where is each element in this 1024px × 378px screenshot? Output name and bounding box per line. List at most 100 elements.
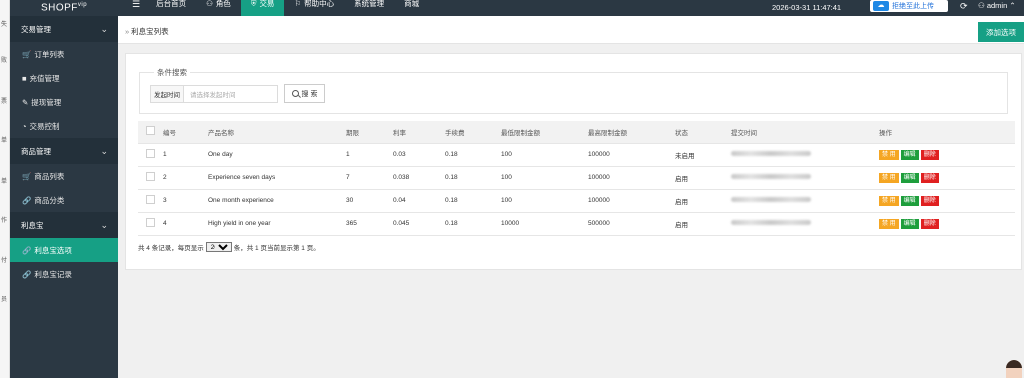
col-fee: 手续费 [445, 121, 501, 144]
link-icon: 🔗 [22, 245, 32, 255]
chevron-down-icon: ⌄ [100, 23, 108, 34]
edit-button[interactable]: 编辑 [900, 218, 919, 229]
strip-text: 作 [1, 218, 8, 224]
cell-term: 1 [346, 143, 393, 167]
interest-table: 编号 产品名称 期限 利率 手续费 最低限制金额 最高限制金额 状态 提交时间 … [138, 121, 1015, 236]
chevron-up-icon: ⌃ [1009, 1, 1016, 10]
cell-name: High yield in one year [208, 212, 346, 236]
row-checkbox[interactable] [146, 195, 155, 204]
top-nav: ☰ 后台首页 ⚇ 角色 ⛨ 交易 ⚐ 帮助中心 系统管理 商城 [126, 0, 429, 16]
cloud-icon: ☁ [873, 1, 889, 11]
add-option-button[interactable]: 添加选项 [978, 22, 1024, 42]
sidebar-group-interest[interactable]: 利息宝 ⌄ [10, 212, 118, 238]
date-label: 发起时间 [150, 85, 184, 103]
assistant-avatar[interactable] [1006, 360, 1022, 378]
cell-name: Experience seven days [208, 166, 346, 190]
date-input[interactable]: 请选择发起时间 [184, 85, 278, 103]
nav-system[interactable]: 系统管理 [344, 0, 394, 16]
menu-toggle-icon[interactable]: ☰ [126, 0, 146, 16]
cell-fee: 0.18 [445, 166, 501, 190]
sidebar-item-product-list[interactable]: 🛒 商品列表 [10, 164, 118, 188]
chevron-down-icon: ⌄ [100, 145, 108, 156]
sidebar-item-interest-records[interactable]: 🔗 利息宝记录 [10, 262, 118, 286]
edit-button[interactable]: 编辑 [900, 149, 919, 160]
nav-role[interactable]: ⚇ 角色 [196, 0, 241, 16]
strip-text: 票 [1, 99, 8, 105]
blurred-time [731, 151, 811, 156]
nav-mall[interactable]: 商城 [394, 0, 429, 16]
sidebar-group-products[interactable]: 商品管理 ⌄ [10, 138, 118, 164]
cell-rate: 0.03 [393, 143, 445, 167]
refresh-icon[interactable]: ⟳ [960, 1, 968, 12]
sidebar-item-product-category[interactable]: 🔗 商品分类 [10, 188, 118, 212]
chevron-down-icon: ⌄ [100, 219, 108, 230]
delete-button[interactable]: 删除 [920, 149, 939, 160]
table-row: 3 One month experience 30 0.04 0.18 100 … [138, 189, 1015, 213]
brand-logo[interactable]: SHOPFvip [10, 0, 118, 16]
select-all-checkbox[interactable] [146, 126, 155, 136]
cell-min: 10000 [501, 212, 588, 236]
sidebar-item-orders[interactable]: 🛒 订单列表 [10, 42, 118, 66]
search-button[interactable]: 搜 索 [284, 84, 325, 103]
strip-text: 败 [1, 58, 8, 64]
delete-button[interactable]: 删除 [920, 195, 939, 206]
search-legend: 条件搜索 [154, 67, 190, 78]
col-name: 产品名称 [208, 121, 346, 144]
blurred-time [731, 197, 811, 202]
cell-status: 启用 [675, 166, 731, 190]
upload-badge[interactable]: ☁ 拒绝至此上传 [870, 0, 948, 12]
double-chevron-icon: » [125, 27, 130, 36]
top-navbar: SHOPFvip ☰ 后台首页 ⚇ 角色 ⛨ 交易 ⚐ 帮助中心 系统管理 商城 20… [10, 0, 1024, 16]
col-term: 期限 [346, 121, 393, 144]
table-header-row: 编号 产品名称 期限 利率 手续费 最低限制金额 最高限制金额 状态 提交时间 … [138, 121, 1015, 144]
cart-icon: 🛒 [22, 171, 32, 181]
col-time: 提交时间 [731, 121, 879, 144]
sidebar-item-interest-options[interactable]: 🔗 利息宝选项 [10, 238, 118, 262]
toggle-button[interactable]: 禁 用 [879, 149, 899, 160]
cell-fee: 0.18 [445, 212, 501, 236]
user-menu[interactable]: ⚇ admin ⌃ [978, 1, 1016, 10]
blurred-time [731, 220, 811, 225]
cell-min: 100 [501, 143, 588, 167]
cell-id: 1 [163, 143, 208, 167]
search-fieldset: 条件搜索 发起时间 请选择发起时间 搜 索 [139, 67, 1008, 114]
user-icon: ⚇ [978, 1, 987, 10]
table-row: 1 One day 1 0.03 0.18 100 100000 未启用 禁 用… [138, 143, 1015, 167]
delete-button[interactable]: 删除 [920, 172, 939, 183]
cell-rate: 0.038 [393, 166, 445, 190]
toggle-button[interactable]: 禁 用 [879, 195, 899, 206]
edit-button[interactable]: 编辑 [900, 195, 919, 206]
strip-text: 失 [1, 22, 8, 28]
page-size-select[interactable]: 20 [205, 242, 232, 252]
sidebar-group-trade[interactable]: 交易管理 ⌄ [10, 16, 118, 42]
nav-trade[interactable]: ⛨ 交易 [240, 0, 285, 16]
cell-status: 启用 [675, 212, 731, 236]
sidebar-item-withdraw[interactable]: ✎ 提现管理 [10, 90, 118, 114]
col-min: 最低限制金额 [501, 121, 588, 144]
cart-icon: 🛒 [22, 49, 32, 59]
delete-button[interactable]: 删除 [920, 218, 939, 229]
row-checkbox[interactable] [146, 149, 155, 158]
toggle-button[interactable]: 禁 用 [879, 218, 899, 229]
row-checkbox[interactable] [146, 172, 155, 181]
gauge-icon: ◔ [22, 121, 27, 131]
wrench-icon: ✎ [22, 97, 29, 107]
cell-rate: 0.04 [393, 189, 445, 213]
cell-fee: 0.18 [445, 143, 501, 167]
page-header: » 利息宝列表 添加选项 [118, 16, 1024, 44]
nav-home[interactable]: 后台首页 [146, 0, 196, 16]
cell-term: 365 [346, 212, 393, 236]
sidebar-item-recharge[interactable]: ■ 充值管理 [10, 66, 118, 90]
col-actions: 操作 [879, 121, 1015, 144]
table-row: 2 Experience seven days 7 0.038 0.18 100… [138, 166, 1015, 190]
cell-status: 启用 [675, 189, 731, 213]
row-checkbox[interactable] [146, 218, 155, 227]
cell-max: 500000 [588, 212, 675, 236]
edit-button[interactable]: 编辑 [900, 172, 919, 183]
col-rate: 利率 [393, 121, 445, 144]
cell-min: 100 [501, 166, 588, 190]
breadcrumb: » 利息宝列表 [125, 27, 169, 36]
nav-help[interactable]: ⚐ 帮助中心 [284, 0, 344, 16]
toggle-button[interactable]: 禁 用 [879, 172, 899, 183]
sidebar-item-trade-control[interactable]: ◔ 交易控制 [10, 114, 118, 138]
